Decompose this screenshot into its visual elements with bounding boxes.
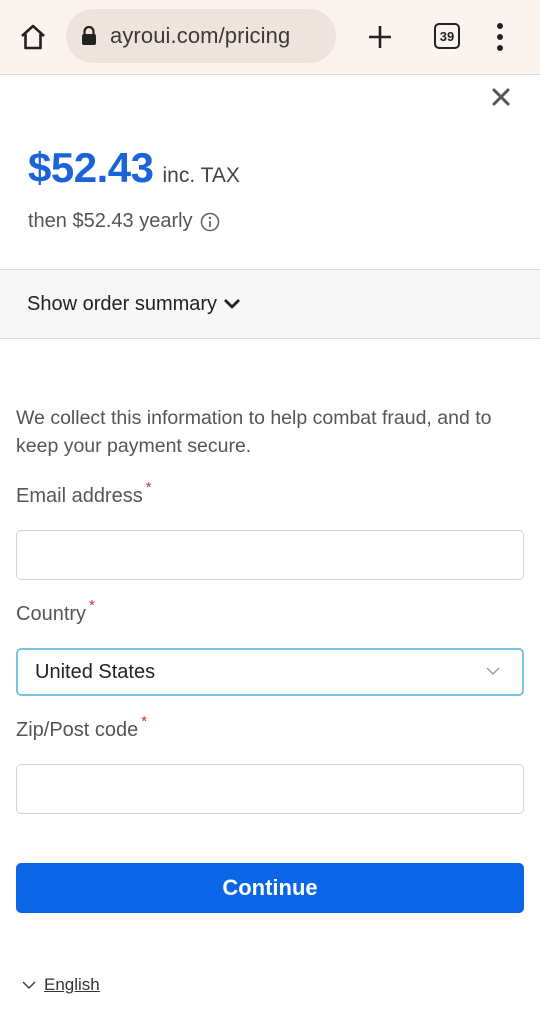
plus-icon[interactable] <box>367 24 393 50</box>
tabs-count: 39 <box>439 28 455 44</box>
close-icon[interactable] <box>490 86 512 108</box>
price-row: $52.43 inc. TAX <box>28 144 240 192</box>
lock-icon <box>82 25 96 45</box>
browser-toolbar: ayroui.com/pricing 39 <box>0 0 540 75</box>
tabs-count-icon[interactable]: 39 <box>434 23 460 49</box>
country-label: Country * <box>16 597 95 626</box>
url-text: ayroui.com/pricing <box>110 23 291 48</box>
continue-button[interactable]: Continue <box>16 863 524 913</box>
home-icon[interactable] <box>18 22 48 52</box>
info-icon[interactable] <box>200 212 220 232</box>
language-selector[interactable]: English <box>22 975 100 995</box>
required-mark: * <box>89 597 95 614</box>
fraud-notice: We collect this information to help comb… <box>16 407 492 457</box>
order-summary-label: Show order summary <box>27 292 218 315</box>
email-label-text: Email address <box>16 485 143 507</box>
chevron-down-icon <box>224 299 241 309</box>
country-select-value: United States <box>35 660 156 683</box>
price-amount: $52.43 <box>28 144 154 191</box>
required-mark: * <box>141 713 148 730</box>
chevron-down-icon <box>486 667 500 675</box>
language-link[interactable]: English <box>44 975 100 995</box>
country-select[interactable]: United States <box>16 648 524 696</box>
recurring-price-text: then $52.43 yearly <box>28 210 193 232</box>
tax-note: inc. TAX <box>162 164 240 187</box>
zip-field[interactable] <box>16 764 524 814</box>
chevron-down-icon <box>22 980 36 989</box>
zip-label: Zip/Post code * <box>16 713 147 742</box>
recurring-price-row: then $52.43 yearly <box>28 210 220 233</box>
email-field[interactable] <box>16 530 524 580</box>
required-mark: * <box>145 479 152 496</box>
email-label: Email address * <box>16 479 152 508</box>
more-vert-icon[interactable] <box>494 22 506 52</box>
country-label-text: Country <box>16 603 87 625</box>
zip-label-text: Zip/Post code <box>16 719 139 741</box>
address-bar[interactable]: ayroui.com/pricing <box>66 9 336 63</box>
order-summary-toggle[interactable]: Show order summary <box>0 269 540 339</box>
